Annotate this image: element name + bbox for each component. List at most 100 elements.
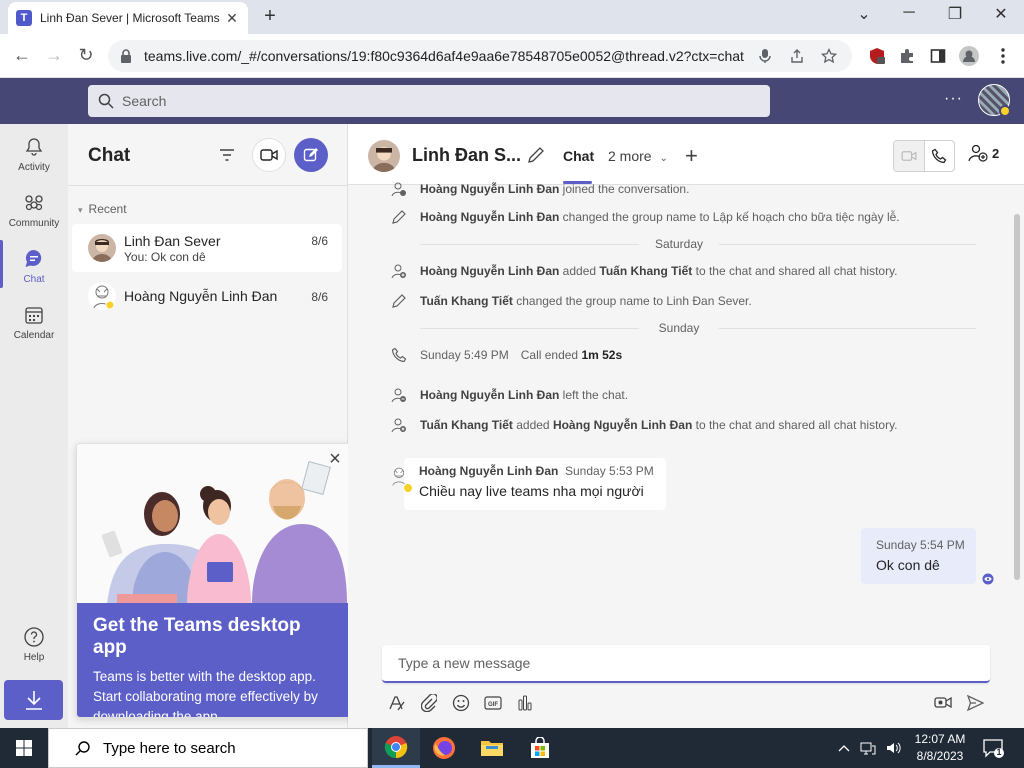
event-target[interactable]: Hoàng Nguyễn Linh Đan: [553, 418, 692, 432]
tab-more-dropdown[interactable]: 2 more ⌄: [608, 148, 668, 164]
event-actor[interactable]: Tuấn Khang Tiết: [420, 418, 513, 432]
edit-pencil-icon[interactable]: [526, 145, 546, 165]
system-event-add: Hoàng Nguyễn Linh Đan added Tuấn Khang T…: [390, 262, 898, 280]
event-text: joined the conversation.: [559, 182, 690, 196]
extensions-puzzle-icon[interactable]: [896, 45, 918, 67]
store-bag-icon: [529, 737, 551, 759]
system-event-add: Tuấn Khang Tiết added Hoàng Nguyễn Linh …: [390, 416, 898, 434]
taskbar-clock[interactable]: 12:07 AM 8/8/2023: [912, 731, 968, 765]
rail-item-calendar[interactable]: Calendar: [0, 294, 68, 350]
new-chat-button[interactable]: [294, 138, 328, 172]
reload-icon[interactable]: ↻: [74, 44, 98, 68]
chat-list-item[interactable]: Linh Đan Sever You: Ok con dê 8/6: [72, 224, 342, 272]
conversation-title[interactable]: Linh Đan S...: [412, 145, 521, 166]
promo-body: Teams is better with the desktop app. St…: [93, 669, 318, 718]
audio-call-button[interactable]: [925, 141, 955, 171]
event-actor[interactable]: Hoàng Nguyễn Linh Đan: [420, 182, 559, 196]
promo-title[interactable]: Get the Teams desktop app: [93, 615, 339, 659]
teams-search-box[interactable]: Search: [88, 85, 770, 117]
event-text: left the chat.: [559, 388, 629, 402]
outgoing-message-bubble[interactable]: [861, 528, 976, 584]
event-text: Call ended: [520, 348, 582, 362]
filter-icon[interactable]: [216, 144, 238, 166]
meet-now-button[interactable]: [252, 138, 286, 172]
rail-item-chat[interactable]: Chat: [0, 238, 68, 294]
clock-date: 8/8/2023: [916, 749, 964, 763]
video-clip-icon[interactable]: [933, 693, 953, 713]
browser-tab[interactable]: T Linh Đan Sever | Microsoft Teams ✕: [8, 2, 248, 34]
gif-icon[interactable]: GIF: [483, 693, 503, 713]
start-button[interactable]: [0, 728, 48, 768]
bookmark-star-icon[interactable]: [818, 45, 840, 67]
recent-section-toggle[interactable]: ▾ Recent: [78, 202, 127, 216]
rail-label: Calendar: [13, 330, 55, 341]
tab-search-button[interactable]: ⌄: [850, 4, 878, 26]
search-icon: [75, 740, 91, 756]
video-camera-icon: [260, 148, 278, 162]
forward-arrow-icon[interactable]: →: [42, 44, 66, 68]
event-text: to the chat and shared all chat history.: [692, 418, 898, 432]
maximize-button[interactable]: ❐: [941, 4, 969, 26]
event-target[interactable]: Tuấn Khang Tiết: [599, 264, 692, 278]
chat-list-item[interactable]: Hoàng Nguyễn Linh Đan 8/6: [72, 272, 342, 320]
rail-item-help[interactable]: Help: [0, 616, 68, 672]
rail-item-activity[interactable]: Activity: [0, 126, 68, 182]
bell-icon: [22, 135, 46, 159]
taskbar-file-explorer[interactable]: [468, 728, 516, 768]
address-bar[interactable]: teams.live.com/_#/conversations/19:f80c9…: [108, 40, 852, 72]
tray-chevron-icon[interactable]: [838, 740, 850, 756]
extension-shield-icon[interactable]: [866, 45, 888, 67]
message-sender[interactable]: Hoàng Nguyễn Linh Đan: [419, 464, 558, 478]
close-window-button[interactable]: ✕: [987, 4, 1015, 26]
message-scrollbar[interactable]: [1014, 214, 1020, 580]
download-app-button[interactable]: [4, 680, 63, 720]
attach-icon[interactable]: [419, 693, 439, 713]
rail-item-community[interactable]: Community: [0, 182, 68, 238]
taskbar-firefox[interactable]: [420, 728, 468, 768]
clock-time: 12:07 AM: [914, 732, 966, 746]
side-panel-icon[interactable]: [927, 45, 949, 67]
microphone-icon[interactable]: [754, 45, 776, 67]
chat-date: 8/6: [311, 290, 328, 304]
event-actor[interactable]: Hoàng Nguyễn Linh Đan: [420, 210, 559, 224]
more-options-icon[interactable]: ···: [944, 90, 964, 108]
message-time: Sunday 5:53 PM: [565, 464, 654, 478]
event-text: to the chat and shared all chat history.: [692, 264, 898, 278]
volume-icon[interactable]: [886, 740, 902, 756]
add-tab-button[interactable]: +: [685, 143, 698, 169]
notification-count: 1: [996, 747, 1002, 757]
profile-icon[interactable]: [958, 45, 980, 67]
share-icon[interactable]: [786, 45, 808, 67]
new-tab-button[interactable]: +: [258, 6, 282, 28]
message-compose-box[interactable]: [382, 645, 990, 683]
event-actor[interactable]: Tuấn Khang Tiết: [420, 294, 513, 308]
message-input[interactable]: [398, 655, 974, 671]
tab-chat[interactable]: Chat: [563, 148, 594, 164]
browser-menu-icon[interactable]: [992, 45, 1014, 67]
back-arrow-icon[interactable]: ←: [10, 44, 34, 68]
day-label: Saturday: [639, 237, 719, 251]
windows-search-box[interactable]: Type here to search: [48, 728, 368, 768]
community-icon: [22, 191, 46, 215]
message-time: Sunday 5:54 PM: [876, 538, 965, 552]
notification-center-icon[interactable]: 1: [982, 738, 1006, 758]
minimize-button[interactable]: ─: [895, 4, 923, 26]
folder-icon: [480, 738, 504, 758]
windows-logo-icon: [16, 740, 32, 756]
participants-button[interactable]: 2: [968, 144, 999, 162]
send-icon[interactable]: [965, 693, 985, 713]
taskbar-store[interactable]: [516, 728, 564, 768]
video-call-button[interactable]: [894, 141, 925, 171]
desktop-app-promo: × Get the Teams desktop app Teams is bet…: [76, 443, 354, 718]
event-actor[interactable]: Hoàng Nguyễn Linh Đan: [420, 264, 559, 278]
search-placeholder: Search: [122, 93, 167, 109]
promo-close-button[interactable]: ×: [325, 449, 345, 470]
system-event-leave: Hoàng Nguyễn Linh Đan left the chat.: [390, 386, 628, 404]
network-icon[interactable]: [860, 740, 876, 756]
tab-close-icon[interactable]: ✕: [224, 10, 240, 27]
event-actor[interactable]: Hoàng Nguyễn Linh Đan: [420, 388, 559, 402]
emoji-icon[interactable]: [451, 693, 471, 713]
format-icon[interactable]: [387, 693, 407, 713]
taskbar-chrome[interactable]: [372, 728, 420, 768]
poll-icon[interactable]: [515, 693, 535, 713]
